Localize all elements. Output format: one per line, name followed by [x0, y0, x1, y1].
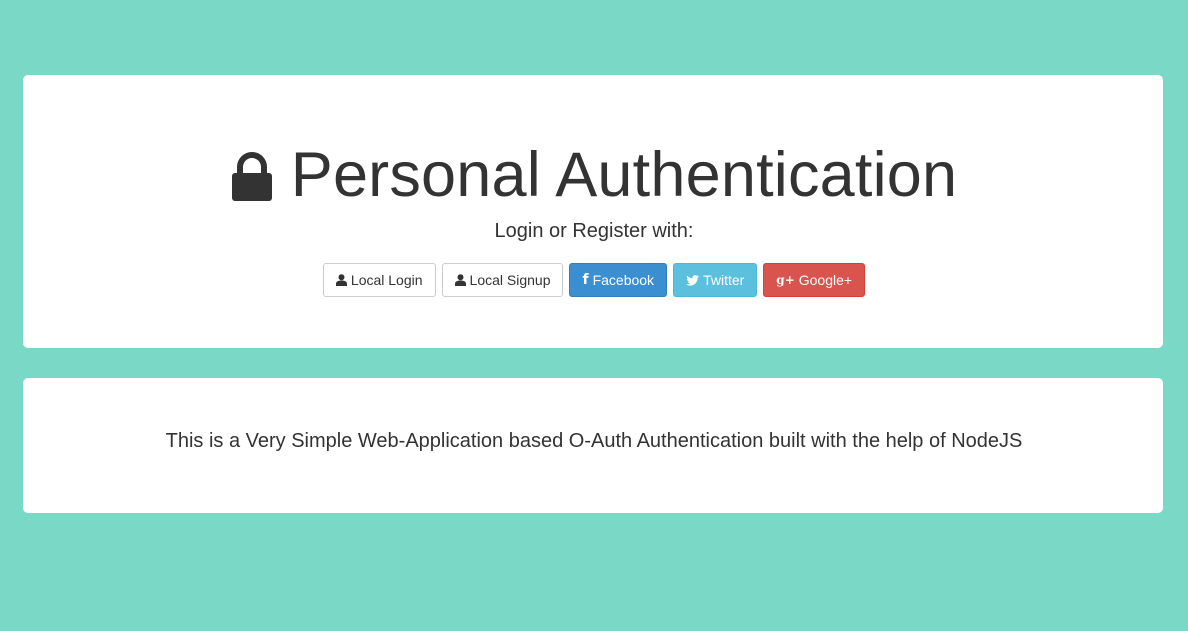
page-title: Personal Authentication — [0, 140, 1188, 210]
user-icon — [454, 274, 466, 286]
twitter-icon — [686, 274, 700, 286]
google-plus-label: Google+ — [798, 272, 853, 288]
page-title-text: Personal Authentication — [290, 140, 958, 210]
app-description: This is a Very Simple Web-Application ba… — [165, 430, 1023, 452]
google-plus-button[interactable]: g+ Google+ — [763, 263, 866, 297]
lock-icon — [231, 152, 273, 202]
facebook-icon: f — [582, 272, 589, 288]
twitter-label: Twitter — [703, 272, 745, 288]
user-icon — [335, 274, 347, 286]
twitter-button[interactable]: Twitter — [673, 263, 758, 297]
local-signup-button[interactable]: Local Signup — [441, 263, 564, 297]
auth-button-group: Local Login Local Signup f Facebook Twit… — [0, 263, 1188, 297]
local-signup-label: Local Signup — [469, 272, 551, 288]
facebook-label: Facebook — [592, 272, 655, 288]
google-plus-icon: g+ — [776, 273, 795, 287]
facebook-button[interactable]: f Facebook — [569, 263, 668, 297]
local-login-button[interactable]: Local Login — [322, 263, 436, 297]
login-subtitle: Login or Register with: — [494, 220, 694, 242]
header-panel — [23, 75, 1163, 348]
local-login-label: Local Login — [350, 272, 423, 288]
